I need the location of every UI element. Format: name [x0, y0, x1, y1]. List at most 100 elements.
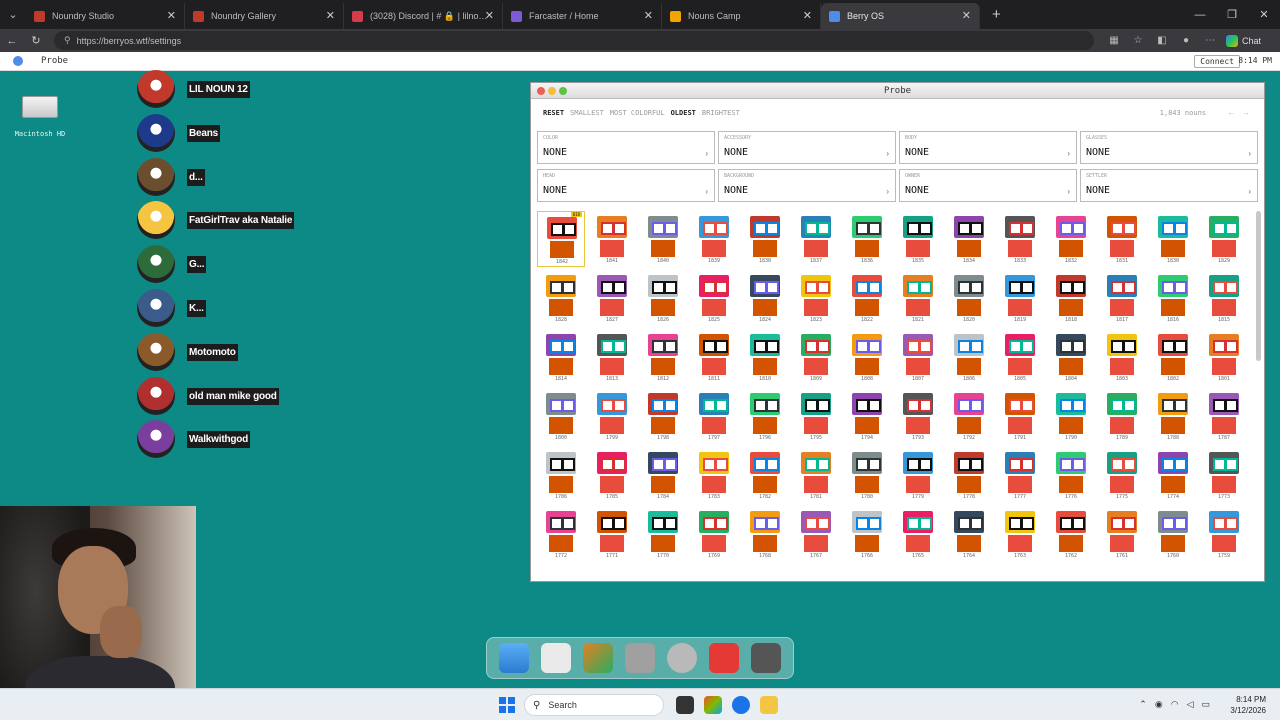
noun-card[interactable]: 1831: [1098, 211, 1146, 267]
sort-option[interactable]: SMALLEST: [570, 109, 604, 117]
noun-card[interactable]: 1808: [843, 329, 891, 385]
noun-card[interactable]: 1812: [639, 329, 687, 385]
noun-card[interactable]: 1773: [1200, 447, 1248, 503]
profile-icon[interactable]: ●: [1174, 35, 1198, 46]
filter-select[interactable]: ACCESSORY NONE ›: [718, 131, 896, 164]
member-item[interactable]: Motomoto: [137, 333, 238, 371]
app-grid-icon[interactable]: [751, 643, 781, 673]
noun-card[interactable]: 1760: [1149, 506, 1197, 562]
noun-app-icon[interactable]: [541, 643, 571, 673]
tab-close-icon[interactable]: ✕: [644, 9, 653, 22]
browser-tab[interactable]: (3028) Discord | # 🔒 | lilnouner-pr✕: [344, 3, 503, 29]
noun-card[interactable]: 1781: [792, 447, 840, 503]
noun-card[interactable]: 1841: [588, 211, 636, 267]
noun-card[interactable]: 1770: [639, 506, 687, 562]
site-info-icon[interactable]: ⚲: [64, 35, 71, 46]
noun-card[interactable]: 1765: [894, 506, 942, 562]
member-item[interactable]: G...: [137, 245, 207, 283]
noun-card[interactable]: 1772: [537, 506, 585, 562]
browser-tab[interactable]: Noundry Studio ✕: [26, 3, 185, 29]
noun-card[interactable]: 1797: [690, 388, 738, 444]
noun-card[interactable]: 1840: [639, 211, 687, 267]
noun-card[interactable]: 1789: [1098, 388, 1146, 444]
filter-select[interactable]: BACKGROUND NONE ›: [718, 169, 896, 202]
noun-card[interactable]: 1828: [537, 270, 585, 326]
member-item[interactable]: Beans: [137, 114, 221, 152]
noun-card[interactable]: 1825: [690, 270, 738, 326]
noun-card[interactable]: 1796: [741, 388, 789, 444]
member-item[interactable]: old man mike good: [137, 377, 279, 415]
noun-card[interactable]: 1799: [588, 388, 636, 444]
browser-tab[interactable]: Noundry Gallery ✕: [185, 3, 344, 29]
terminal-icon[interactable]: [676, 696, 694, 714]
noun-card[interactable]: 1814: [537, 329, 585, 385]
member-item[interactable]: d...: [137, 158, 205, 196]
noun-card[interactable]: 1771: [588, 506, 636, 562]
noun-card[interactable]: 1816: [1149, 270, 1197, 326]
noun-card[interactable]: 1804: [1047, 329, 1095, 385]
volume-icon[interactable]: ◁: [1187, 699, 1194, 710]
noun-card[interactable]: 1767: [792, 506, 840, 562]
start-icon[interactable]: [499, 697, 515, 713]
noun-card[interactable]: 1784: [639, 447, 687, 503]
tab-close-icon[interactable]: ✕: [485, 9, 494, 22]
noun-card[interactable]: 1829: [1200, 211, 1248, 267]
menu-icon[interactable]: ⋯: [1198, 35, 1222, 46]
filter-select[interactable]: SETTLER NONE ›: [1080, 169, 1258, 202]
noun-card[interactable]: 1793: [894, 388, 942, 444]
noun-card[interactable]: 1815: [1200, 270, 1248, 326]
noun-card[interactable]: 1830: [1149, 211, 1197, 267]
tab-close-icon[interactable]: ✕: [803, 9, 812, 22]
member-item[interactable]: LIL NOUN 12: [137, 70, 250, 108]
taskbar-clock[interactable]: 8:14 PM 3/12/2026: [1230, 694, 1266, 716]
noun-card[interactable]: 1787: [1200, 388, 1248, 444]
noun-card[interactable]: 1826: [639, 270, 687, 326]
connect-button[interactable]: Connect: [1194, 55, 1240, 68]
noun-card[interactable]: 1783: [690, 447, 738, 503]
back-icon[interactable]: ←: [0, 35, 24, 47]
edge-icon[interactable]: [732, 696, 750, 714]
noun-card[interactable]: 1794: [843, 388, 891, 444]
noun-card[interactable]: 1834: [945, 211, 993, 267]
minimize-icon[interactable]: —: [1184, 0, 1216, 29]
member-item[interactable]: FatGirlTrav aka Natalie: [137, 201, 295, 239]
tab-close-icon[interactable]: ✕: [962, 9, 971, 22]
member-item[interactable]: Walkwithgod: [137, 420, 251, 458]
maximize-icon[interactable]: ❐: [1216, 0, 1248, 29]
noun-card[interactable]: 1813: [588, 329, 636, 385]
noun-card[interactable]: 1775: [1098, 447, 1146, 503]
noun-card[interactable]: 1769: [690, 506, 738, 562]
noun-card[interactable]: 1795: [792, 388, 840, 444]
noun-card[interactable]: 1819: [996, 270, 1044, 326]
noun-card[interactable]: 1798: [639, 388, 687, 444]
noun-card[interactable]: 1837: [792, 211, 840, 267]
noun-grid-viewport[interactable]: 1842 BID 1841 1840 1839 1838 1837 1836 1835 1834 1…: [531, 209, 1264, 581]
noun-card[interactable]: 1764: [945, 506, 993, 562]
minimize-dot-icon[interactable]: [548, 87, 556, 95]
noun-card[interactable]: 1790: [1047, 388, 1095, 444]
puzzle-icon[interactable]: ◧: [1150, 35, 1174, 46]
finder-icon[interactable]: [499, 643, 529, 673]
sort-option[interactable]: RESET: [543, 109, 564, 117]
noun-card[interactable]: 1779: [894, 447, 942, 503]
noun-card[interactable]: 1759: [1200, 506, 1248, 562]
noun-card[interactable]: 1782: [741, 447, 789, 503]
copilot-taskbar-icon[interactable]: [704, 696, 722, 714]
close-window-icon[interactable]: ✕: [1248, 0, 1280, 29]
file-explorer-icon[interactable]: [760, 696, 778, 714]
prev-page-icon[interactable]: ←: [1227, 108, 1235, 117]
noun-card[interactable]: 1842 BID: [537, 211, 585, 267]
chat-button[interactable]: Chat: [1226, 34, 1261, 47]
sort-option[interactable]: MOST COLORFUL: [610, 109, 665, 117]
noun-card[interactable]: 1823: [792, 270, 840, 326]
noun-card[interactable]: 1762: [1047, 506, 1095, 562]
noun-card[interactable]: 1791: [996, 388, 1044, 444]
noun-card[interactable]: 1835: [894, 211, 942, 267]
noun-card[interactable]: 1806: [945, 329, 993, 385]
noun-card[interactable]: 1807: [894, 329, 942, 385]
probe-titlebar[interactable]: Probe: [531, 83, 1264, 99]
noun-card[interactable]: 1788: [1149, 388, 1197, 444]
noun-card[interactable]: 1833: [996, 211, 1044, 267]
noun-card[interactable]: 1786: [537, 447, 585, 503]
robot-app-icon[interactable]: [625, 643, 655, 673]
